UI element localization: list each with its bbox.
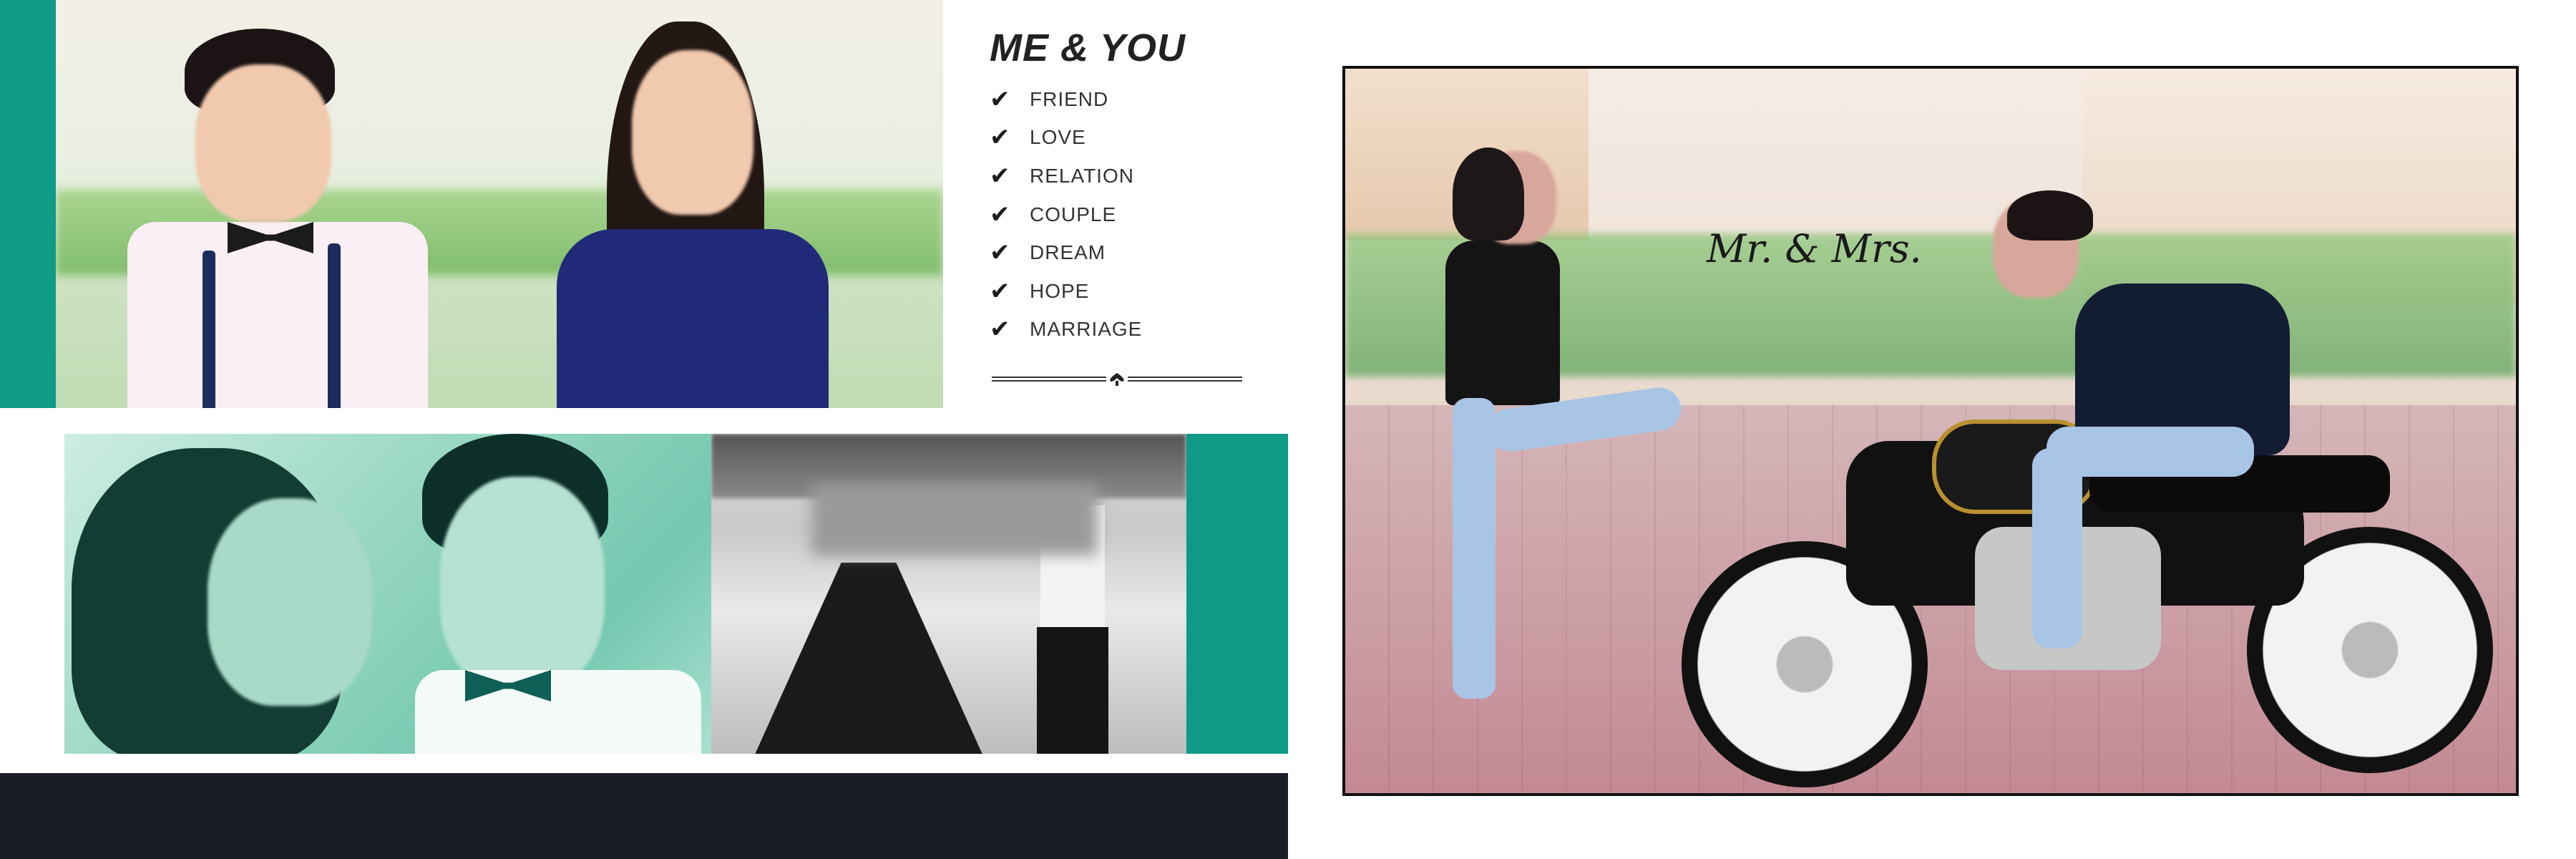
list-item: ✔ RELATION (990, 162, 1134, 190)
list-item-label: COUPLE (1030, 203, 1117, 225)
check-icon: ✔ (990, 123, 1010, 152)
check-icon: ✔ (990, 85, 1010, 114)
list-item: ✔ MARRIAGE (990, 315, 1142, 344)
list-item: ✔ COUPLE (990, 200, 1116, 229)
list-item: ✔ LOVE (990, 123, 1086, 152)
collage-title: ME & YOU (990, 26, 1186, 69)
list-item-label: DREAM (1030, 241, 1106, 263)
list-item-label: MARRIAGE (1030, 318, 1143, 340)
couple-photo-bw (711, 434, 1186, 754)
teal-accent-bar-middle (1186, 434, 1288, 754)
couple-photo-teal (64, 434, 711, 754)
white-separator (0, 408, 1288, 434)
list-item: ✔ HOPE (990, 277, 1089, 306)
couple-bike-photo: Mr. & Mrs. (1342, 66, 2519, 796)
list-item: ✔ DREAM (990, 238, 1106, 267)
list-item-label: FRIEND (1030, 88, 1109, 110)
check-icon: ✔ (990, 315, 1010, 344)
check-icon: ✔ (990, 277, 1010, 306)
list-item-label: HOPE (1030, 280, 1090, 302)
ornamental-divider (992, 372, 1242, 387)
teal-accent-bar-left (0, 0, 56, 408)
check-icon: ✔ (990, 238, 1010, 267)
check-icon: ✔ (990, 162, 1010, 190)
list-item: ✔ FRIEND (990, 85, 1108, 114)
list-item-label: LOVE (1030, 126, 1086, 148)
list-item-label: RELATION (1030, 165, 1134, 187)
check-icon: ✔ (990, 200, 1010, 229)
dark-footer-bar (0, 773, 1288, 859)
photo-caption: Mr. & Mrs. (1707, 226, 1922, 271)
collage-text-panel: ME & YOU ✔ FRIEND ✔ LOVE ✔ RELATION ✔ CO… (943, 0, 1301, 408)
couple-photo-top (56, 0, 943, 408)
